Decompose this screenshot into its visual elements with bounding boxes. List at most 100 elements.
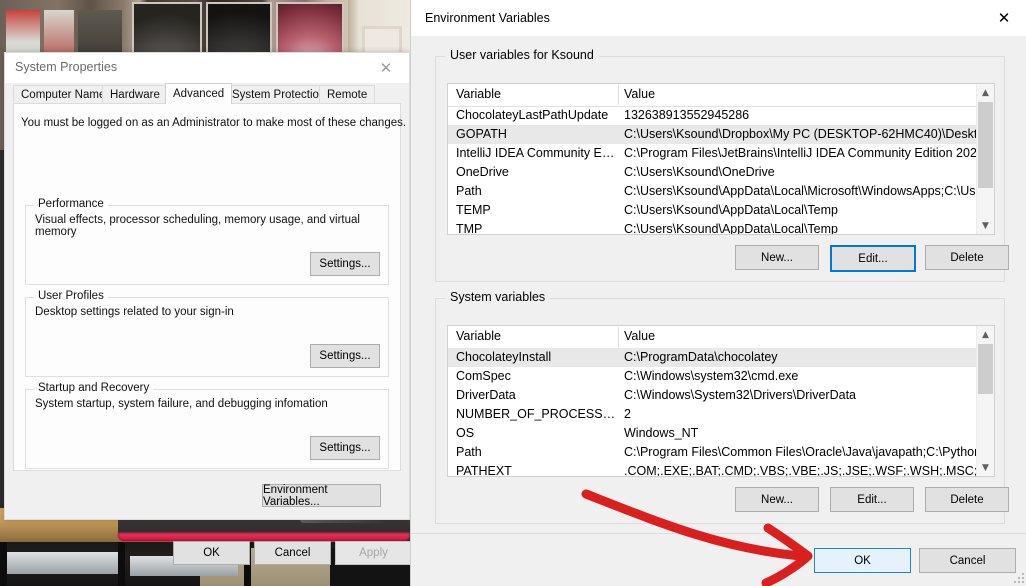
scrollbar-thumb[interactable] xyxy=(978,344,993,394)
group-performance-title: Performance xyxy=(34,198,108,210)
cell-value: C:\Windows\system32\cmd.exe xyxy=(624,369,799,383)
user-variables-scrollbar[interactable]: ▲ ▼ xyxy=(976,84,994,234)
group-startup-recovery: Startup and Recovery System startup, sys… xyxy=(25,382,389,469)
system-variables-group-title: System variables xyxy=(445,290,551,304)
user-variables-rows: ChocolateyLastPathUpdate 132638913552945… xyxy=(448,106,994,234)
cell-value: C:\ProgramData\chocolatey xyxy=(624,350,778,364)
table-row[interactable]: IntelliJ IDEA Community Edit... C:\Progr… xyxy=(448,144,994,163)
cell-value: .COM;.EXE;.BAT;.CMD;.VBS;.VBE;.JS;.JSE;.… xyxy=(624,464,990,477)
cell-value: C:\Users\Ksound\Dropbox\My PC (DESKTOP-6… xyxy=(624,127,990,141)
group-startup-recovery-desc: System startup, system failure, and debu… xyxy=(35,398,328,410)
cell-value: C:\Program Files\Common Files\Oracle\Jav… xyxy=(624,445,990,459)
table-row[interactable]: Path C:\Program Files\Common Files\Oracl… xyxy=(448,443,994,462)
system-variables-table[interactable]: Variable Value ChocolateyInstall C:\Prog… xyxy=(447,325,995,477)
scrollbar-thumb[interactable] xyxy=(978,102,993,188)
group-user-profiles: User Profiles Desktop settings related t… xyxy=(25,290,389,377)
table-row[interactable]: GOPATH C:\Users\Ksound\Dropbox\My PC (DE… xyxy=(448,125,994,144)
system-properties-tabstrip: Computer Name Hardware Advanced System P… xyxy=(5,83,409,104)
chevron-down-icon[interactable]: ▼ xyxy=(977,217,994,234)
cell-variable: ChocolateyInstall xyxy=(456,350,552,364)
environment-variables-cancel-button[interactable]: Cancel xyxy=(919,548,1016,573)
admin-note: You must be logged on as an Administrato… xyxy=(21,117,407,129)
table-row[interactable]: DriverData C:\Windows\System32\Drivers\D… xyxy=(448,386,994,405)
tab-hardware[interactable]: Hardware xyxy=(102,85,168,104)
system-new-button[interactable]: New... xyxy=(735,487,819,512)
table-row[interactable]: TEMP C:\Users\Ksound\AppData\Local\Temp xyxy=(448,201,994,220)
user-edit-button[interactable]: Edit... xyxy=(830,245,916,272)
cell-variable: IntelliJ IDEA Community Edit... xyxy=(456,146,616,160)
user-col-value[interactable]: Value xyxy=(624,87,655,101)
user-profiles-settings-button[interactable]: Settings... xyxy=(310,344,380,368)
environment-variables-ok-button[interactable]: OK xyxy=(814,548,911,573)
system-properties-title: System Properties xyxy=(15,60,118,74)
cell-variable: ChocolateyLastPathUpdate xyxy=(456,108,609,122)
system-variables-group: System variables Variable Value Chocolat… xyxy=(435,290,1009,524)
wallpaper-shelf-item-1 xyxy=(6,552,124,574)
system-col-value[interactable]: Value xyxy=(624,329,655,343)
user-new-button[interactable]: New... xyxy=(735,245,819,270)
system-delete-button[interactable]: Delete xyxy=(925,487,1009,512)
startup-recovery-settings-button[interactable]: Settings... xyxy=(310,436,380,460)
table-row[interactable]: ChocolateyInstall C:\ProgramData\chocola… xyxy=(448,348,994,367)
cell-variable: Path xyxy=(456,445,482,459)
chevron-up-icon[interactable]: ▲ xyxy=(977,326,994,343)
tab-advanced[interactable]: Advanced xyxy=(165,83,233,104)
system-col-divider[interactable] xyxy=(618,327,619,347)
system-variables-scrollbar[interactable]: ▲ ▼ xyxy=(976,326,994,476)
table-row[interactable]: OneDrive C:\Users\Ksound\OneDrive xyxy=(448,163,994,182)
user-col-divider[interactable] xyxy=(618,85,619,105)
system-properties-cancel-button[interactable]: Cancel xyxy=(254,541,331,565)
environment-variables-button[interactable]: Environment Variables... xyxy=(262,484,381,508)
cell-variable: DriverData xyxy=(456,388,516,402)
user-variables-group: User variables for Ksound Variable Value… xyxy=(435,48,1009,282)
wallpaper-desk-leg-mid xyxy=(118,541,125,586)
table-row[interactable]: Path C:\Users\Ksound\AppData\Local\Micro… xyxy=(448,182,994,201)
table-row[interactable]: PATHEXT .COM;.EXE;.BAT;.CMD;.VBS;.VBE;.J… xyxy=(448,462,994,477)
system-col-variable[interactable]: Variable xyxy=(456,329,501,343)
cell-variable: Path xyxy=(456,184,482,198)
table-row[interactable]: ComSpec C:\Windows\system32\cmd.exe xyxy=(448,367,994,386)
wallpaper-mat-rgb-glow xyxy=(118,533,410,541)
cell-variable: OneDrive xyxy=(456,165,509,179)
cell-value: Windows_NT xyxy=(624,426,699,440)
cell-variable: PATHEXT xyxy=(456,464,512,477)
group-user-profiles-title: User Profiles xyxy=(34,290,108,302)
group-performance-desc: Visual effects, processor scheduling, me… xyxy=(35,214,360,238)
group-user-profiles-desc: Desktop settings related to your sign-in xyxy=(35,306,234,318)
table-row[interactable]: NUMBER_OF_PROCESSORS 2 xyxy=(448,405,994,424)
environment-variables-titlebar[interactable]: Environment Variables ✕ xyxy=(411,0,1026,36)
performance-settings-button[interactable]: Settings... xyxy=(310,252,380,276)
resize-grip[interactable] xyxy=(1012,571,1024,583)
cell-value: C:\Users\Ksound\AppData\Local\Temp xyxy=(624,222,838,235)
table-row[interactable]: OS Windows_NT xyxy=(448,424,994,443)
close-icon[interactable]: ✕ xyxy=(363,53,409,84)
cell-value: 132638913552945286 xyxy=(624,108,750,122)
tab-remote[interactable]: Remote xyxy=(319,85,376,104)
user-variables-table[interactable]: Variable Value ChocolateyLastPathUpdate … xyxy=(447,83,995,235)
chevron-up-icon[interactable]: ▲ xyxy=(977,84,994,101)
cell-value: C:\Program Files\JetBrains\IntelliJ IDEA… xyxy=(624,146,990,160)
system-properties-titlebar[interactable]: System Properties ✕ xyxy=(5,53,409,83)
close-icon[interactable]: ✕ xyxy=(981,0,1026,36)
group-performance: Performance Visual effects, processor sc… xyxy=(25,198,389,285)
system-edit-button[interactable]: Edit... xyxy=(830,487,914,512)
cell-variable: TMP xyxy=(456,222,483,235)
system-properties-apply-button: Apply xyxy=(335,541,412,565)
table-row[interactable]: TMP C:\Users\Ksound\AppData\Local\Temp xyxy=(448,220,994,235)
wallpaper-desk-leg-left xyxy=(0,541,7,586)
environment-variables-title: Environment Variables xyxy=(425,11,550,25)
user-col-variable[interactable]: Variable xyxy=(456,87,501,101)
cell-variable: ComSpec xyxy=(456,369,511,383)
system-properties-ok-button[interactable]: OK xyxy=(173,541,250,565)
system-properties-window: System Properties ✕ Computer Name Hardwa… xyxy=(4,52,412,565)
cell-value: C:\Windows\System32\Drivers\DriverData xyxy=(624,388,856,402)
table-row[interactable]: ChocolateyLastPathUpdate 132638913552945… xyxy=(448,106,994,125)
cell-value: C:\Users\Ksound\AppData\Local\Temp xyxy=(624,203,838,217)
tab-system-protection[interactable]: System Protection xyxy=(224,85,334,104)
group-startup-recovery-title: Startup and Recovery xyxy=(34,382,154,394)
tab-computer-name[interactable]: Computer Name xyxy=(13,85,114,104)
cell-variable: OS xyxy=(456,426,475,440)
chevron-down-icon[interactable]: ▼ xyxy=(977,459,994,476)
user-delete-button[interactable]: Delete xyxy=(925,245,1009,270)
user-variables-group-title: User variables for Ksound xyxy=(445,48,599,62)
